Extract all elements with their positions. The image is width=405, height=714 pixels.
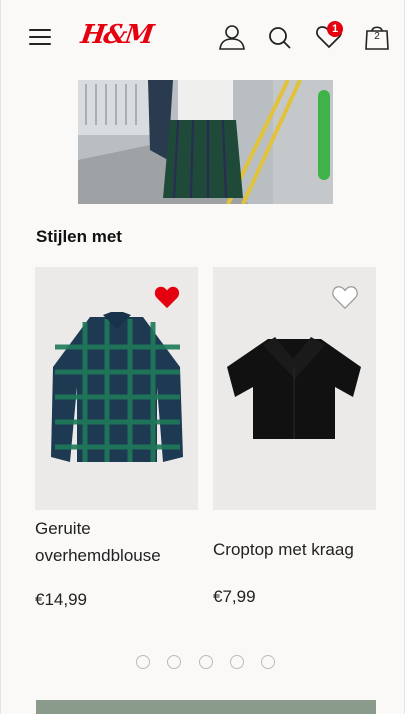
product-image[interactable] [213, 267, 376, 510]
hero-image[interactable] [78, 80, 333, 204]
logo[interactable]: H&M [79, 20, 154, 50]
product-name[interactable]: Geruite overhemdblouse [35, 515, 198, 569]
page: H&M 1 2 Stijlen met Geruite overhemdblou… [0, 0, 405, 714]
carousel-dot[interactable] [230, 655, 244, 669]
favorite-heart-icon[interactable] [153, 284, 181, 310]
product-card[interactable]: Croptop met kraag €7,99 [213, 267, 376, 606]
product-price: €14,99 [35, 590, 87, 609]
product-image[interactable] [35, 267, 198, 510]
section-title: Stijlen met [36, 227, 122, 246]
menu-icon[interactable] [29, 29, 53, 47]
product-name[interactable]: Croptop met kraag [213, 536, 376, 563]
next-banner-image[interactable] [36, 700, 376, 714]
carousel-dot[interactable] [261, 655, 275, 669]
product-price: €7,99 [213, 587, 256, 606]
header: H&M 1 2 [1, 0, 404, 76]
favorite-heart-icon[interactable] [331, 284, 359, 310]
account-icon[interactable] [217, 22, 247, 52]
carousel-dot[interactable] [199, 655, 213, 669]
carousel-dot[interactable] [167, 655, 181, 669]
search-icon[interactable] [265, 22, 295, 52]
bag-count: 2 [374, 31, 380, 42]
wishlist-count-badge: 1 [327, 21, 343, 37]
product-card[interactable]: Geruite overhemdblouse €14,99 [35, 267, 198, 609]
carousel-dot[interactable] [136, 655, 150, 669]
